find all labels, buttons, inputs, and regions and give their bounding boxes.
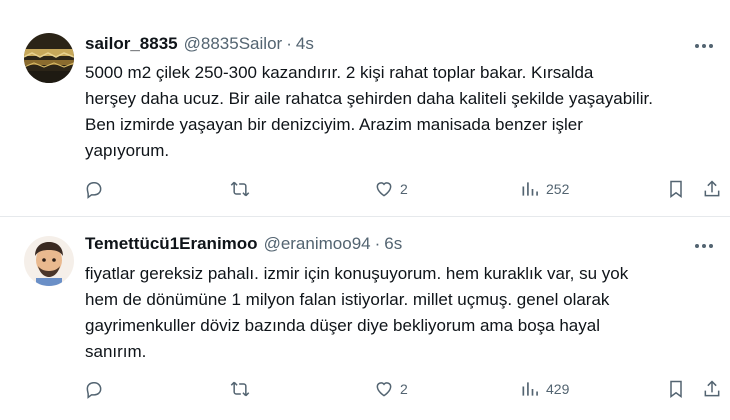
user-handle[interactable]: @8835Sailor [184, 34, 283, 54]
share-icon [704, 380, 720, 397]
more-icon[interactable] [692, 236, 716, 256]
like-count: 2 [400, 381, 408, 397]
tweet-actions: 2 429 [80, 376, 720, 402]
tweet-actions: 2 252 [80, 176, 720, 202]
reply-button[interactable] [84, 376, 104, 402]
views-icon [522, 182, 538, 196]
tweet-header: sailor_8835 @8835Sailor · 4s [85, 32, 314, 56]
retweet-button[interactable] [230, 376, 250, 402]
separator-dot: · [286, 34, 292, 53]
heart-icon [376, 182, 392, 197]
bookmark-button[interactable] [666, 176, 686, 202]
views-button[interactable]: 429 [520, 376, 569, 402]
reply-icon [86, 382, 102, 399]
display-name[interactable]: Temettücü1Eranimoo [85, 234, 258, 254]
retweet-icon [230, 381, 250, 397]
bookmark-button[interactable] [666, 376, 686, 402]
views-count: 252 [546, 181, 570, 197]
more-icon[interactable] [692, 36, 716, 56]
bookmark-icon [670, 380, 682, 398]
tweet-header: Temettücü1Eranimoo @eranimoo94 · 6s [85, 232, 402, 256]
divider [0, 216, 730, 217]
share-icon [704, 180, 720, 197]
like-button[interactable]: 2 [374, 176, 408, 202]
tweet[interactable]: sailor_8835 @8835Sailor · 4s 5000 m2 çil… [0, 0, 730, 216]
reply-icon [86, 182, 102, 199]
bookmark-icon [670, 180, 682, 198]
views-count: 429 [546, 381, 570, 397]
reply-button[interactable] [84, 176, 104, 202]
share-button[interactable] [702, 176, 722, 202]
separator-dot: · [374, 234, 381, 253]
timestamp[interactable]: 4s [296, 34, 314, 54]
views-icon [522, 382, 538, 396]
avatar[interactable] [24, 33, 74, 83]
display-name[interactable]: sailor_8835 [85, 34, 178, 54]
tweet-text: fiyatlar gereksiz pahalı. izmir için kon… [85, 264, 629, 361]
tweet-text: 5000 m2 çilek 250-300 kazandırır. 2 kişi… [85, 63, 653, 160]
views-button[interactable]: 252 [520, 176, 569, 202]
retweet-icon [230, 181, 250, 197]
heart-icon [376, 382, 392, 397]
timestamp[interactable]: 6s [384, 234, 402, 254]
tweet[interactable]: Temettücü1Eranimoo @eranimoo94 · 6s fiya… [0, 218, 730, 420]
like-button[interactable]: 2 [374, 376, 408, 402]
share-button[interactable] [702, 376, 722, 402]
avatar[interactable] [24, 236, 74, 286]
like-count: 2 [400, 181, 408, 197]
user-handle[interactable]: @eranimoo94 [264, 234, 371, 254]
retweet-button[interactable] [230, 176, 250, 202]
